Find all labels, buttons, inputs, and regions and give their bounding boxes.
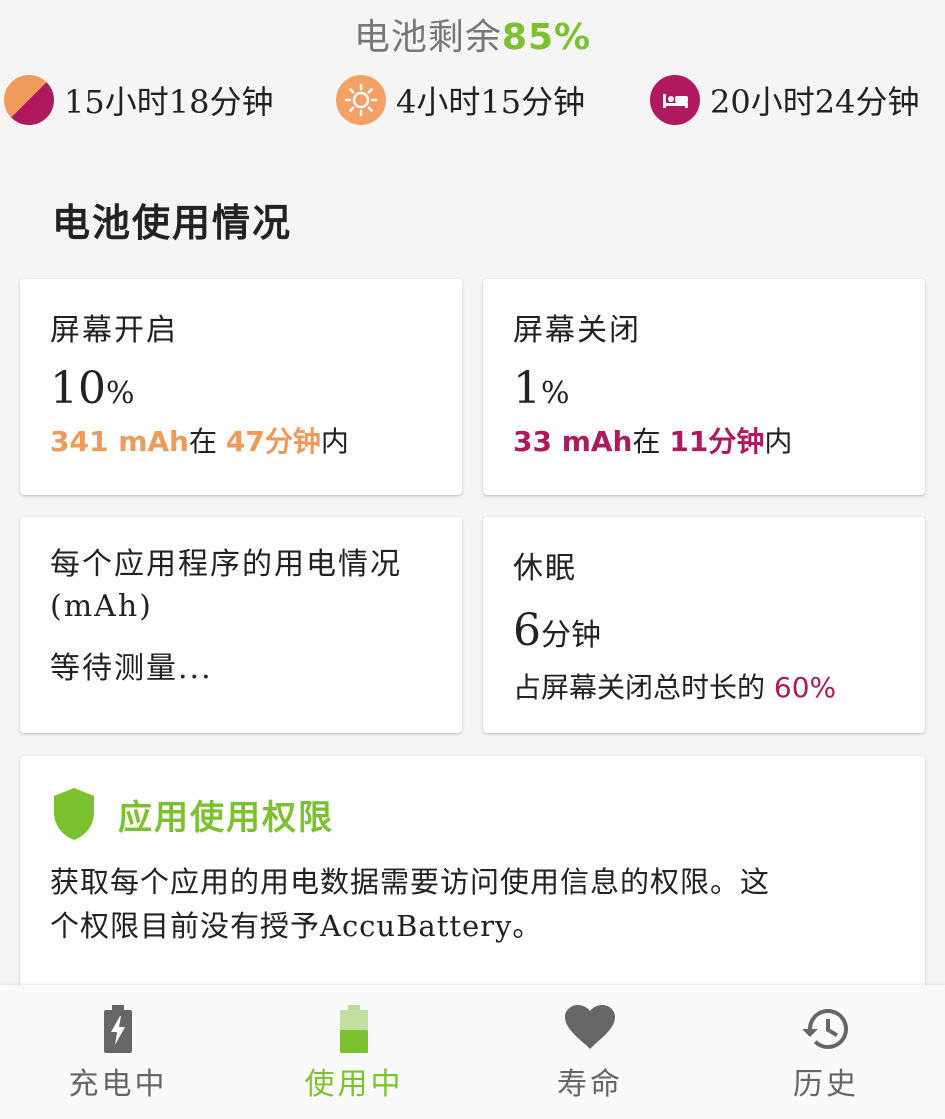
estimate-mixed-value: 15小时18分钟	[64, 83, 274, 121]
sleep-detail-percent: 60%	[773, 671, 837, 704]
estimate-sleep: 20小时24分钟	[650, 70, 919, 130]
sleep-duration-unit: 分钟	[541, 618, 601, 653]
charging-battery-icon	[104, 1005, 132, 1053]
nav-charging[interactable]: 充电中	[0, 985, 236, 1119]
sleep-duration-value: 6	[513, 605, 541, 656]
estimate-sleep-value: 20小时24分钟	[710, 83, 920, 121]
history-icon	[802, 1009, 848, 1049]
sleep-detail-prefix: 占屏幕关闭总时长的	[513, 671, 774, 704]
screen-on-percent-unit: %	[106, 376, 135, 411]
usage-permission-card[interactable]: 应用使用权限 获取每个应用的用电数据需要访问使用信息的权限。这 个权限目前没有授…	[20, 756, 925, 996]
screen-off-mah: 33 mAh	[513, 425, 633, 458]
screen-off-percent-unit: %	[541, 376, 570, 411]
screen-on-duration: 47分钟	[225, 425, 321, 458]
nav-health[interactable]: 寿命	[472, 985, 708, 1119]
screen-off-duration: 11分钟	[669, 425, 765, 458]
battery-remaining-label: 电池剩余	[353, 17, 502, 58]
per-app-usage-card[interactable]: 每个应用程序的用电情况 (mAh) 等待测量...	[20, 517, 462, 733]
bed-icon	[650, 75, 700, 125]
battery-icon	[340, 1005, 368, 1053]
per-app-usage-unit: (mAh)	[50, 589, 153, 624]
permission-title: 应用使用权限	[118, 797, 334, 838]
screen-on-in: 在	[188, 425, 226, 458]
sleep-card[interactable]: 休眠 6分钟 占屏幕关闭总时长的 60%	[483, 517, 925, 733]
section-title: 电池使用情况	[52, 200, 293, 245]
screen-off-detail: 33 mAh在 11分钟内	[513, 420, 895, 460]
mixed-usage-icon	[4, 75, 54, 125]
sleep-label: 休眠	[513, 551, 577, 586]
screen-on-percent: 10%	[50, 363, 432, 414]
permission-body-line-1: 获取每个应用的用电数据需要访问使用信息的权限。这	[50, 865, 771, 899]
screen-on-card[interactable]: 屏幕开启 10% 341 mAh在 47分钟内	[20, 279, 462, 495]
permission-header: 应用使用权限	[50, 786, 895, 842]
nav-discharging[interactable]: 使用中	[236, 985, 472, 1119]
shield-icon	[54, 788, 94, 840]
screen-on-percent-value: 10	[50, 363, 106, 414]
battery-percent: 85%	[501, 17, 592, 58]
nav-discharging-label: 使用中	[304, 1067, 404, 1102]
per-app-usage-label: 每个应用程序的用电情况	[50, 547, 402, 582]
nav-health-label: 寿命	[557, 1067, 623, 1102]
screen-off-percent-value: 1	[513, 363, 541, 414]
screen-on-suffix: 内	[320, 425, 349, 458]
screen-on-detail: 341 mAh在 47分钟内	[50, 420, 432, 460]
time-estimates-row: 15小时18分钟 4小时15分钟 20小时24分钟	[0, 70, 945, 130]
screen-on-label: 屏幕开启	[50, 313, 178, 348]
estimate-screen-on-value: 4小时15分钟	[396, 83, 586, 121]
sun-icon	[336, 75, 386, 125]
per-app-usage-status: 等待测量...	[50, 651, 213, 686]
screen-off-percent: 1%	[513, 363, 895, 414]
sleep-duration: 6分钟	[513, 605, 895, 656]
screen-on-mah: 341 mAh	[50, 425, 189, 458]
screen-off-card[interactable]: 屏幕关闭 1% 33 mAh在 11分钟内	[483, 279, 925, 495]
permission-body-line-2: 个权限目前没有授予AccuBattery。	[50, 909, 543, 943]
estimate-mixed: 15小时18分钟	[4, 70, 273, 130]
permission-body: 获取每个应用的用电数据需要访问使用信息的权限。这 个权限目前没有授予AccuBa…	[50, 860, 895, 948]
battery-remaining-title: 电池剩余85%	[0, 8, 945, 60]
screen-off-in: 在	[632, 425, 670, 458]
heart-icon	[565, 1005, 615, 1049]
sleep-detail: 占屏幕关闭总时长的 60%	[513, 666, 895, 706]
screen-off-label: 屏幕关闭	[513, 313, 641, 348]
nav-history[interactable]: 历史	[708, 985, 944, 1119]
nav-charging-label: 充电中	[68, 1067, 168, 1102]
bottom-navigation: 充电中 使用中 寿命 历史	[0, 985, 945, 1119]
nav-history-label: 历史	[793, 1067, 859, 1102]
estimate-screen-on: 4小时15分钟	[336, 70, 585, 130]
screen-off-suffix: 内	[764, 425, 793, 458]
